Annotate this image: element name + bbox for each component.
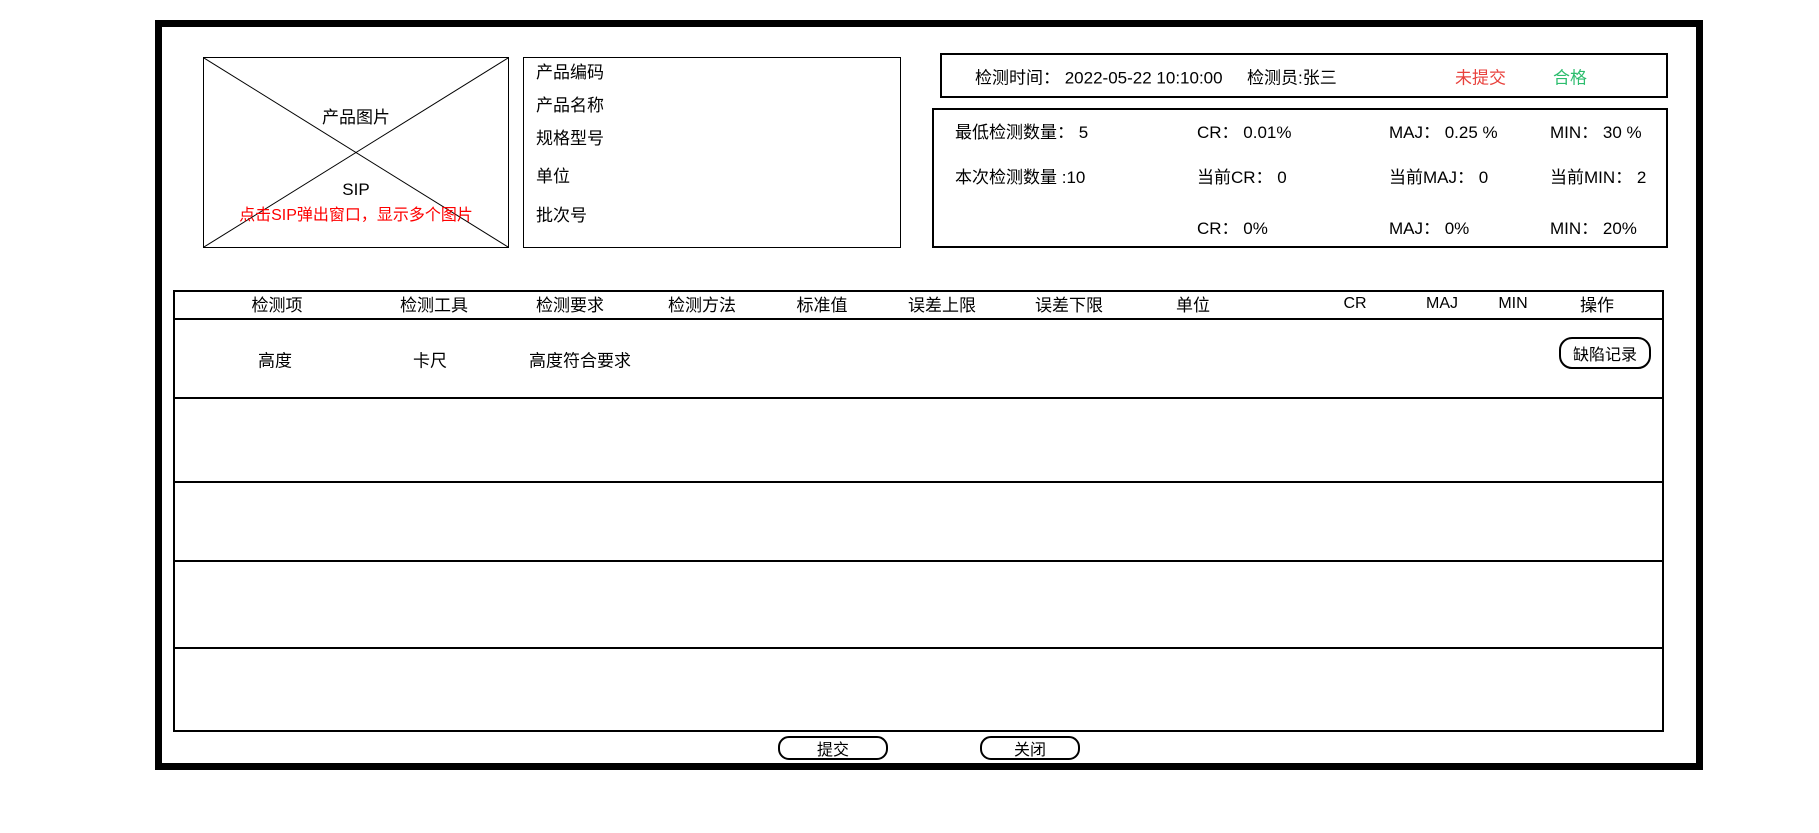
- col-header-requirement: 检测要求: [536, 296, 604, 316]
- col-header-method: 检测方法: [668, 296, 736, 316]
- stat-min-limit: MIN： 30 %: [1550, 123, 1642, 143]
- field-spec-model: 规格型号: [536, 129, 604, 149]
- col-header-tool: 检测工具: [400, 296, 468, 316]
- product-info-panel: 产品编码 产品名称 规格型号 单位 批次号: [523, 57, 901, 248]
- stat-min-qty: 最低检测数量： 5: [955, 123, 1088, 143]
- field-batch-number: 批次号: [536, 206, 587, 226]
- stat-min-rate: MIN： 20%: [1550, 219, 1637, 239]
- table-header-row: 检测项 检测工具 检测要求 检测方法 标准值 误差上限 误差下限 单位 CR M…: [175, 292, 1662, 320]
- stat-current-qty: 本次检测数量 :10: [955, 168, 1085, 188]
- cell-tool: 卡尺: [413, 346, 447, 371]
- col-header-action: 操作: [1580, 296, 1614, 316]
- close-button[interactable]: 关闭: [980, 736, 1080, 760]
- inspection-stats-panel: 最低检测数量： 5 CR： 0.01% MAJ： 0.25 % MIN： 30 …: [932, 108, 1668, 248]
- inspection-time: 检测时间： 2022-05-22 10:10:00: [975, 63, 1223, 88]
- defect-record-button[interactable]: 缺陷记录: [1559, 337, 1651, 369]
- col-header-standard: 标准值: [797, 296, 848, 316]
- product-image-placeholder[interactable]: 产品图片 SIP 点击SIP弹出窗口，显示多个图片: [203, 57, 509, 248]
- col-header-lower-limit: 误差下限: [1035, 296, 1103, 316]
- table-row-empty: [175, 649, 1662, 730]
- status-badge-qualified: 合格: [1553, 63, 1587, 88]
- stat-current-cr: 当前CR： 0: [1197, 168, 1287, 188]
- stat-cr-limit: CR： 0.01%: [1197, 123, 1291, 143]
- cell-requirement: 高度符合要求: [529, 346, 631, 371]
- col-header-maj: MAJ: [1426, 294, 1458, 314]
- stat-current-min: 当前MIN： 2: [1550, 168, 1646, 188]
- field-product-code: 产品编码: [536, 63, 604, 83]
- field-unit: 单位: [536, 167, 570, 187]
- table-row-empty: [175, 399, 1662, 483]
- product-image-label: 产品图片: [204, 108, 508, 128]
- field-product-name: 产品名称: [536, 96, 604, 116]
- inspection-items-table: 检测项 检测工具 检测要求 检测方法 标准值 误差上限 误差下限 单位 CR M…: [173, 290, 1664, 732]
- inspector-name: 检测员:张三: [1247, 63, 1337, 88]
- sip-link[interactable]: SIP: [204, 180, 508, 200]
- col-header-min: MIN: [1498, 294, 1527, 314]
- stat-current-maj: 当前MAJ： 0: [1389, 168, 1488, 188]
- table-row-empty: [175, 562, 1662, 649]
- table-row: 高度 卡尺 高度符合要求 缺陷记录: [175, 320, 1662, 399]
- table-row-empty: [175, 483, 1662, 562]
- stat-maj-limit: MAJ： 0.25 %: [1389, 123, 1498, 143]
- col-header-item: 检测项: [252, 296, 303, 316]
- col-header-unit: 单位: [1176, 296, 1210, 316]
- inspection-window: 产品图片 SIP 点击SIP弹出窗口，显示多个图片 产品编码 产品名称 规格型号…: [0, 0, 1819, 833]
- stat-cr-rate: CR： 0%: [1197, 219, 1268, 239]
- sip-note: 点击SIP弹出窗口，显示多个图片: [204, 206, 508, 226]
- submit-button[interactable]: 提交: [778, 736, 888, 760]
- stat-maj-rate: MAJ： 0%: [1389, 219, 1469, 239]
- status-badge-unsubmitted: 未提交: [1455, 63, 1506, 88]
- col-header-upper-limit: 误差上限: [908, 296, 976, 316]
- inspection-header-bar: 检测时间： 2022-05-22 10:10:00 检测员:张三 未提交 合格: [940, 53, 1668, 98]
- col-header-cr: CR: [1343, 294, 1366, 314]
- cell-item: 高度: [258, 346, 292, 371]
